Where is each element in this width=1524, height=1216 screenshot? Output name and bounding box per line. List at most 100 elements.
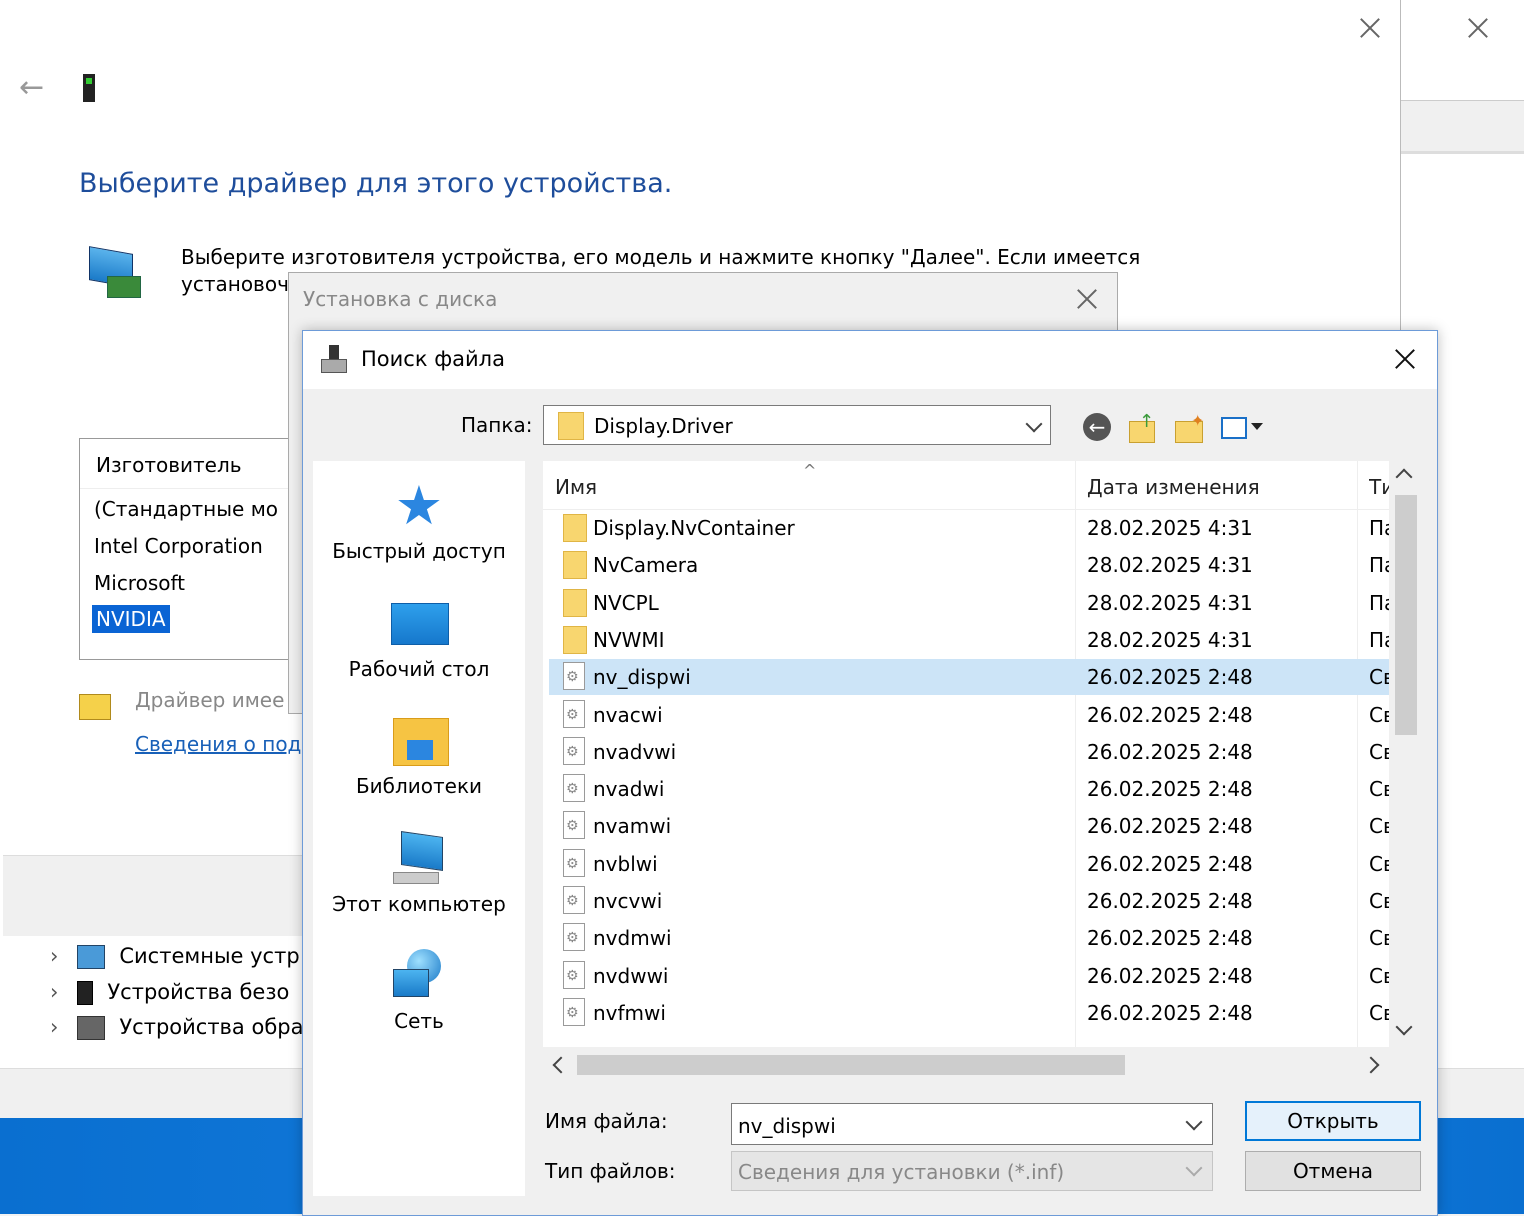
folder-value: Display.Driver — [594, 414, 733, 438]
back-arrow-icon[interactable]: ← — [19, 70, 44, 105]
chevron-right-icon[interactable]: › — [50, 944, 70, 968]
filename-input[interactable]: nv_dispwi — [731, 1103, 1213, 1145]
file-row[interactable]: nvacwi 26.02.2025 2:48 Св — [549, 697, 1391, 733]
file-row[interactable]: nvadvwi 26.02.2025 2:48 Св — [549, 734, 1391, 770]
file-type: Па — [1369, 553, 1391, 578]
driver-signed-text: Драйвер имее — [135, 688, 285, 712]
file-row[interactable]: NVCPL 28.02.2025 4:31 Па — [549, 585, 1391, 621]
place-quick-access[interactable]: ★ Быстрый доступ — [313, 479, 525, 564]
folder-icon — [563, 588, 587, 617]
place-desktop[interactable]: Рабочий стол — [313, 597, 525, 681]
places-bar: ★ Быстрый доступ Рабочий стол Библиотеки… — [313, 461, 525, 1196]
view-menu-icon[interactable] — [1219, 411, 1263, 445]
file-row[interactable]: nvfmwi 26.02.2025 2:48 Св — [549, 995, 1391, 1031]
file-name: nvcvwi — [593, 889, 663, 913]
system-devices-icon — [76, 945, 105, 969]
filetype-value: Сведения для установки (*.inf) — [738, 1160, 1065, 1184]
file-name: nvamwi — [593, 814, 672, 839]
filetype-select[interactable]: Сведения для установки (*.inf) — [731, 1151, 1213, 1191]
horizontal-scroll-thumb[interactable] — [577, 1055, 1125, 1075]
chevron-down-icon[interactable] — [1185, 1113, 1203, 1131]
file-row[interactable]: nvcvwi 26.02.2025 2:48 Св — [549, 883, 1391, 919]
up-folder-icon[interactable]: ↑ — [1127, 411, 1161, 445]
column-type[interactable]: Ти — [1369, 475, 1389, 499]
file-type: Св — [1369, 851, 1391, 876]
wizard-close-icon[interactable] — [1358, 16, 1382, 40]
chevron-down-icon[interactable] — [1025, 415, 1043, 433]
file-date: 26.02.2025 2:48 — [1087, 889, 1253, 913]
tree-item[interactable]: › Устройства безо — [50, 980, 289, 1005]
new-folder-icon[interactable]: ✦ — [1173, 411, 1207, 445]
vertical-scroll-thumb[interactable] — [1395, 495, 1417, 735]
vertical-scrollbar[interactable] — [1389, 461, 1423, 1047]
file-row[interactable]: nvblwi 26.02.2025 2:48 Св — [549, 846, 1391, 882]
tree-item-label: Системные устр — [119, 944, 300, 968]
file-name: NvCamera — [593, 553, 699, 578]
inf-file-icon — [563, 736, 585, 765]
chevron-right-icon[interactable]: › — [50, 1015, 70, 1039]
signing-details-link[interactable]: Сведения о под — [135, 732, 301, 756]
tree-item[interactable]: › Устройства обра — [50, 1015, 303, 1040]
tree-item[interactable]: › Системные устр — [50, 944, 300, 969]
file-row[interactable]: nvadwi 26.02.2025 2:48 Св — [549, 771, 1391, 807]
file-date: 28.02.2025 4:31 — [1087, 553, 1253, 578]
place-this-pc[interactable]: Этот компьютер — [313, 831, 525, 916]
libraries-icon — [389, 714, 449, 768]
folder-combo[interactable]: Display.Driver — [543, 405, 1051, 445]
file-type: Св — [1369, 777, 1391, 802]
file-list[interactable]: ^ Имя Дата изменения Ти Display.NvContai… — [543, 461, 1423, 1047]
file-row[interactable]: NvCamera 28.02.2025 4:31 Па — [549, 547, 1391, 583]
tree-item-label: Устройства обра — [119, 1015, 304, 1039]
device-manager-toolbar — [1400, 100, 1524, 154]
chevron-right-icon[interactable]: › — [50, 980, 70, 1004]
install-disk-close-icon[interactable] — [1075, 287, 1099, 311]
place-libraries[interactable]: Библиотеки — [313, 714, 525, 798]
back-icon[interactable]: ← — [1081, 411, 1115, 445]
scroll-up-icon[interactable] — [1395, 468, 1413, 486]
device-manager-close-icon[interactable] — [1466, 16, 1490, 40]
scroll-left-icon[interactable] — [552, 1056, 570, 1074]
open-button[interactable]: Открыть — [1245, 1101, 1421, 1141]
file-type: Св — [1369, 702, 1391, 727]
filename-label: Имя файла: — [545, 1109, 668, 1133]
place-network[interactable]: Сеть — [313, 949, 525, 1033]
dialog-title: Поиск файла — [361, 347, 505, 371]
file-open-dialog: Поиск файла Папка: Display.Driver ← ↑ ✦ … — [302, 330, 1438, 1216]
inf-file-icon — [563, 811, 585, 840]
horizontal-scrollbar[interactable] — [543, 1047, 1389, 1081]
network-card-icon — [89, 246, 141, 300]
file-name: nvadvwi — [593, 739, 677, 764]
manufacturer-list[interactable]: Изготовитель (Стандартные мо Intel Corpo… — [79, 438, 311, 660]
file-row[interactable]: NVWMI 28.02.2025 4:31 Па — [549, 622, 1391, 658]
manufacturer-item-selected[interactable]: NVIDIA — [92, 605, 170, 633]
wizard-title: Выберите драйвер для этого устройства. — [79, 168, 673, 199]
install-disk-title: Установка с диска — [303, 287, 498, 311]
column-name[interactable]: Имя — [555, 475, 597, 499]
file-date: 28.02.2025 4:31 — [1087, 516, 1253, 540]
inf-file-icon — [563, 923, 585, 952]
file-row[interactable]: nvdmwi 26.02.2025 2:48 Св — [549, 920, 1391, 956]
file-type: Св — [1369, 739, 1391, 764]
file-date: 26.02.2025 2:48 — [1087, 739, 1253, 764]
file-row[interactable]: nvdwwi 26.02.2025 2:48 Св — [549, 958, 1391, 994]
scroll-right-icon[interactable] — [1362, 1056, 1380, 1074]
cancel-button[interactable]: Отмена — [1245, 1151, 1421, 1191]
file-row[interactable]: Display.NvContainer 28.02.2025 4:31 Па — [549, 510, 1391, 546]
manufacturer-item[interactable]: Microsoft — [94, 571, 185, 595]
security-devices-icon — [76, 981, 93, 1005]
folder-icon — [563, 551, 587, 580]
file-name: nv_dispwi — [593, 665, 691, 690]
scroll-down-icon[interactable] — [1395, 1018, 1413, 1036]
manufacturer-item[interactable]: Intel Corporation — [94, 534, 263, 558]
file-date: 26.02.2025 2:48 — [1087, 963, 1253, 988]
inf-file-icon — [563, 774, 585, 803]
file-row[interactable]: nvamwi 26.02.2025 2:48 Св — [549, 808, 1391, 844]
network-icon — [389, 949, 449, 1003]
inf-file-icon — [563, 699, 585, 728]
file-type: Св — [1369, 963, 1391, 988]
chevron-down-icon[interactable] — [1185, 1159, 1203, 1177]
file-row-selected[interactable]: nv_dispwi 26.02.2025 2:48 Св — [549, 659, 1391, 696]
manufacturer-item[interactable]: (Стандартные мо — [94, 497, 278, 521]
column-date[interactable]: Дата изменения — [1087, 475, 1260, 499]
dialog-close-icon[interactable] — [1393, 347, 1417, 371]
